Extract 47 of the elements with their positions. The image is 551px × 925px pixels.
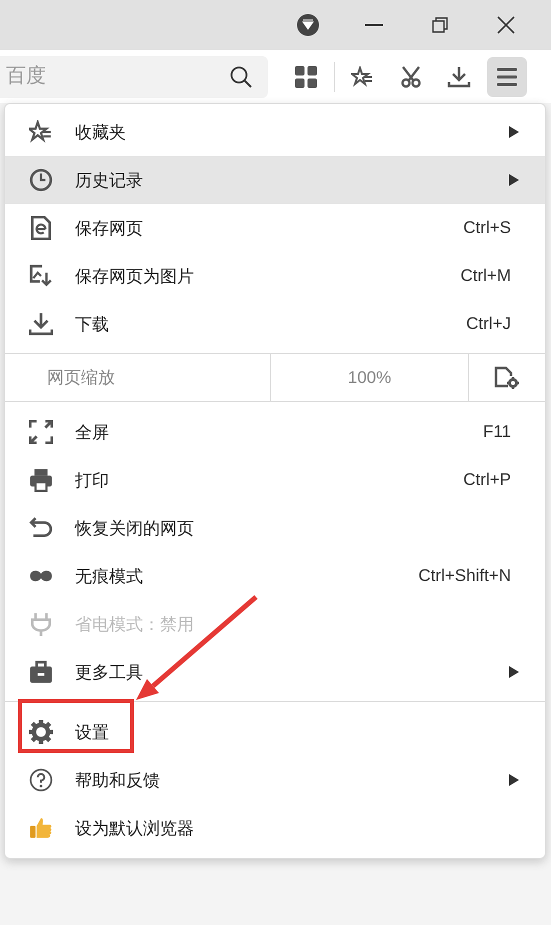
zoom-label: 网页缩放: [47, 367, 115, 389]
undo-icon: [29, 516, 53, 540]
thumbs-up-icon: [29, 816, 53, 840]
menu-item[interactable]: 保存网页为图片 Ctrl+M: [5, 252, 545, 300]
menu-item[interactable]: 设置: [5, 708, 545, 756]
menu-item[interactable]: 全屏 F11: [5, 408, 545, 456]
menu-icon: [497, 68, 517, 86]
favorites-icon: [29, 120, 53, 144]
menu-item[interactable]: 历史记录: [5, 156, 545, 204]
minimize-icon: [365, 24, 383, 26]
menu-item[interactable]: 无痕模式 Ctrl+Shift+N: [5, 552, 545, 600]
dropdown-icon: [297, 14, 319, 36]
shortcut-text: Ctrl+M: [460, 266, 511, 286]
menu-item[interactable]: 帮助和反馈: [5, 756, 545, 804]
menu-item[interactable]: 下载 Ctrl+J: [5, 300, 545, 348]
shortcut-text: Ctrl+P: [463, 470, 511, 490]
settings-icon: [29, 720, 53, 744]
page-icon: [29, 216, 53, 240]
shortcut-text: F11: [482, 422, 511, 442]
menu-item[interactable]: 打印 Ctrl+P: [5, 456, 545, 504]
shortcut-text: Ctrl+Shift+N: [418, 566, 511, 586]
download-icon: [447, 66, 471, 88]
menu-item[interactable]: 保存网页 Ctrl+S: [5, 204, 545, 252]
search-icon: [230, 66, 252, 88]
image-download-icon: [29, 264, 53, 288]
zoom-value: 100%: [348, 368, 392, 388]
download-icon: [29, 312, 53, 336]
toolbox-icon: [29, 660, 53, 684]
restore-icon: [432, 17, 448, 33]
menu-item[interactable]: 设为默认浏览器: [5, 804, 545, 852]
menu-item[interactable]: 更多工具: [5, 648, 545, 696]
close-icon: [497, 16, 515, 34]
clock-icon: [29, 168, 53, 192]
grid-icon: [295, 66, 317, 88]
favorites-icon: [351, 66, 375, 88]
shortcut-text: Ctrl+J: [466, 314, 511, 334]
shortcut-text: Ctrl+S: [463, 218, 511, 238]
plug-icon: [29, 612, 53, 636]
search-field[interactable]: 百度: [0, 56, 268, 98]
menu-item[interactable]: 恢复关闭的网页: [5, 504, 545, 552]
scissors-icon: [400, 66, 422, 88]
menu-button[interactable]: [487, 56, 527, 96]
menu-item[interactable]: 收藏夹: [5, 108, 545, 156]
printer-icon: [29, 468, 53, 492]
help-icon: [29, 768, 53, 792]
fullscreen-icon: [29, 420, 53, 444]
page-settings-icon: [494, 366, 520, 390]
